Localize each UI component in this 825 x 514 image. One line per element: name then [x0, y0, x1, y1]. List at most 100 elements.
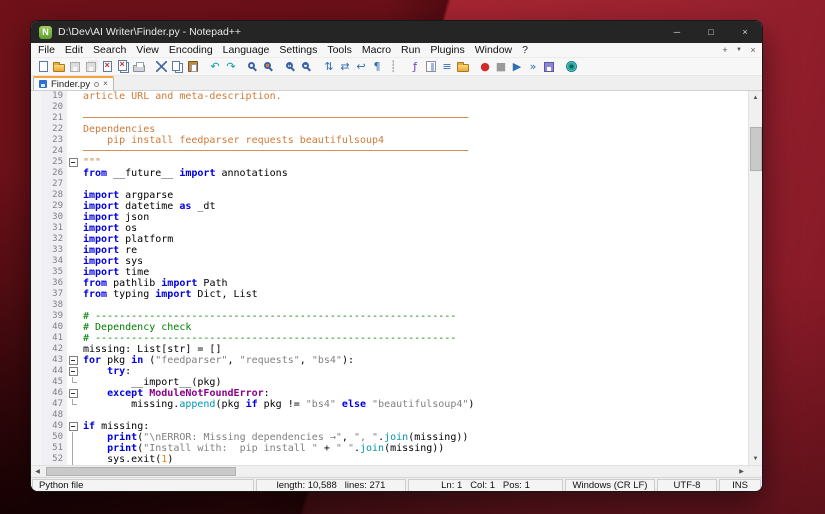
menu-item-plugins[interactable]: Plugins [425, 43, 469, 57]
code-line-49[interactable]: 49 if missing: [31, 421, 748, 432]
bookmark-margin[interactable] [31, 344, 41, 355]
code-line-50[interactable]: 50 print("\nERROR: Missing dependencies … [31, 432, 748, 443]
bookmark-margin[interactable] [31, 278, 41, 289]
minimize-button[interactable]: ─ [660, 21, 694, 43]
code-line-37[interactable]: 37 from typing import Dict, List [31, 289, 748, 300]
bookmark-margin[interactable] [31, 124, 41, 135]
fold-collapse-marker[interactable] [67, 421, 80, 432]
code-line-47[interactable]: 47 missing.append(pkg if pkg != "bs4" el… [31, 399, 748, 410]
bookmark-margin[interactable] [31, 300, 41, 311]
close-file-icon[interactable] [99, 59, 115, 74]
paste-icon[interactable] [185, 59, 201, 74]
bookmark-margin[interactable] [31, 102, 41, 113]
fold-collapse-marker[interactable] [67, 366, 80, 377]
document-map-icon[interactable] [423, 59, 439, 74]
bookmark-margin[interactable] [31, 355, 41, 366]
bookmark-margin[interactable] [31, 399, 41, 410]
menu-item-tools[interactable]: Tools [322, 43, 357, 57]
show-indent-guide-icon[interactable]: ┊ [385, 59, 401, 74]
save-icon[interactable] [67, 59, 83, 74]
menu-item-help[interactable]: ? [517, 43, 533, 57]
bookmark-margin[interactable] [31, 267, 41, 278]
document-list-icon[interactable]: ≡ [439, 59, 455, 74]
code-line-42[interactable]: 42 missing: List[str] = [] [31, 344, 748, 355]
menubar-dropdown-button[interactable]: ▼ [732, 44, 746, 57]
fold-collapse-marker[interactable] [67, 388, 80, 399]
zoom-in-icon[interactable] [283, 59, 299, 74]
bookmark-margin[interactable] [31, 410, 41, 421]
zoom-out-icon[interactable] [299, 59, 315, 74]
macro-save-icon[interactable] [541, 59, 557, 74]
code-line-51[interactable]: 51 print("Install with: pip install " + … [31, 443, 748, 454]
code-line-35[interactable]: 35 import time [31, 267, 748, 278]
code-line-26[interactable]: 26 from __future__ import annotations [31, 168, 748, 179]
code-line-27[interactable]: 27 [31, 179, 748, 190]
menu-item-settings[interactable]: Settings [274, 43, 322, 57]
copy-icon[interactable] [169, 59, 185, 74]
bookmark-margin[interactable] [31, 289, 41, 300]
bookmark-margin[interactable] [31, 245, 41, 256]
monitoring-eye-icon[interactable] [563, 59, 579, 74]
macro-record-icon[interactable]: ● [477, 59, 493, 74]
menu-item-run[interactable]: Run [396, 43, 425, 57]
menu-item-edit[interactable]: Edit [60, 43, 88, 57]
vertical-scroll-track[interactable] [749, 104, 762, 452]
bookmark-margin[interactable] [31, 421, 41, 432]
code-line-48[interactable]: 48 [31, 410, 748, 421]
code-line-20[interactable]: 20 [31, 102, 748, 113]
macro-stop-icon[interactable]: ■ [493, 59, 509, 74]
vertical-scroll-thumb[interactable] [750, 127, 762, 171]
tab-pin-icon[interactable] [94, 81, 100, 87]
tab-finder-py[interactable]: Finder.py × [33, 76, 114, 90]
bookmark-margin[interactable] [31, 311, 41, 322]
bookmark-margin[interactable] [31, 234, 41, 245]
menu-item-file[interactable]: File [33, 43, 60, 57]
bookmark-margin[interactable] [31, 212, 41, 223]
bookmark-margin[interactable] [31, 443, 41, 454]
horizontal-scroll-track[interactable] [44, 466, 735, 477]
status-cursor-position[interactable]: Ln: 1 Col: 1 Pos: 1 [408, 479, 563, 491]
bookmark-margin[interactable] [31, 322, 41, 333]
folder-as-workspace-icon[interactable] [455, 59, 471, 74]
code-line-38[interactable]: 38 [31, 300, 748, 311]
bookmark-margin[interactable] [31, 223, 41, 234]
horizontal-scroll-thumb[interactable] [46, 467, 236, 476]
redo-icon[interactable]: ↷ [223, 59, 239, 74]
tab-close-icon[interactable]: × [103, 80, 108, 88]
code-line-23[interactable]: 23 pip install feedparser requests beaut… [31, 135, 748, 146]
bookmark-margin[interactable] [31, 113, 41, 124]
menubar-plus-button[interactable]: + [718, 44, 732, 57]
bookmark-margin[interactable] [31, 366, 41, 377]
code-line-31[interactable]: 31 import os [31, 223, 748, 234]
bookmark-margin[interactable] [31, 91, 41, 102]
save-all-icon[interactable] [83, 59, 99, 74]
code-line-36[interactable]: 36 from pathlib import Path [31, 278, 748, 289]
code-line-43[interactable]: 43 for pkg in ("feedparser", "requests", … [31, 355, 748, 366]
code-line-30[interactable]: 30 import json [31, 212, 748, 223]
code-line-46[interactable]: 46 except ModuleNotFoundError: [31, 388, 748, 399]
close-all-icon[interactable] [115, 59, 131, 74]
code-line-52[interactable]: 52 sys.exit(1) [31, 454, 748, 465]
code-line-29[interactable]: 29 import datetime as _dt [31, 201, 748, 212]
bookmark-margin[interactable] [31, 201, 41, 212]
code-line-39[interactable]: 39 # ------------------------------------… [31, 311, 748, 322]
word-wrap-icon[interactable]: ↩ [353, 59, 369, 74]
code-line-21[interactable]: 21 ──────────────────────────────────────… [31, 113, 748, 124]
titlebar[interactable]: N D:\Dev\AI Writer\Finder.py - Notepad++… [31, 21, 762, 43]
sync-vertical-scroll-icon[interactable]: ⇅ [321, 59, 337, 74]
bookmark-margin[interactable] [31, 168, 41, 179]
scroll-right-icon[interactable]: ▶ [735, 466, 748, 477]
menu-item-macro[interactable]: Macro [357, 43, 396, 57]
scroll-down-icon[interactable]: ▼ [749, 452, 762, 465]
menu-item-search[interactable]: Search [88, 43, 131, 57]
code-view[interactable]: 19 article URL and meta-description. 20 21 ─… [31, 91, 748, 465]
fold-collapse-marker[interactable] [67, 355, 80, 366]
macro-run-multiple-icon[interactable]: » [525, 59, 541, 74]
sync-horizontal-scroll-icon[interactable]: ⇄ [337, 59, 353, 74]
code-line-34[interactable]: 34 import sys [31, 256, 748, 267]
replace-icon[interactable] [261, 59, 277, 74]
menu-item-view[interactable]: View [131, 43, 164, 57]
scroll-up-icon[interactable]: ▲ [749, 91, 762, 104]
status-eol-format[interactable]: Windows (CR LF) [565, 479, 655, 491]
find-icon[interactable] [245, 59, 261, 74]
